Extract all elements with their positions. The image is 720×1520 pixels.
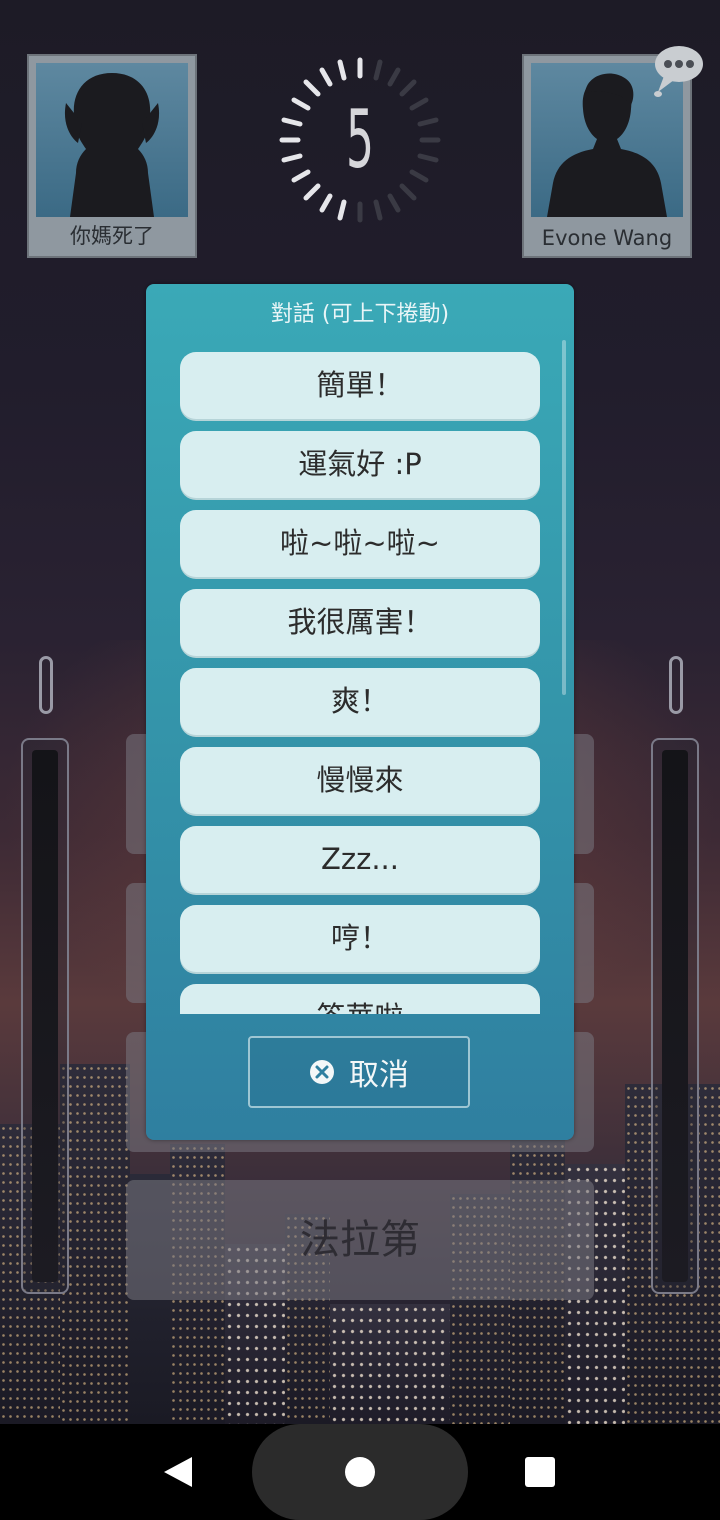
chat-option[interactable]: 啦~啦~啦~ [180, 510, 540, 577]
home-icon[interactable] [344, 1456, 376, 1488]
system-nav-bar [0, 1424, 720, 1520]
power-gauge-right [651, 738, 699, 1294]
player-name-right: Evone Wang [541, 226, 673, 250]
player-card-left: 你媽死了 [27, 54, 197, 258]
chat-option[interactable]: 哼！ [180, 905, 540, 972]
power-gauge-left [21, 738, 69, 1294]
chat-option[interactable]: Zzz... [180, 826, 540, 893]
dialog-scrollbar[interactable] [562, 340, 566, 695]
game-screen: 你媽死了 5 Evone Wang 法拉第 對話 (可上下捲動) 簡單！ 運氣好… [0, 0, 720, 1520]
gauge-track-left [32, 750, 58, 1282]
cancel-label: 取消 [349, 1058, 409, 1093]
chat-option[interactable]: 答華啦 [180, 984, 540, 1014]
player-name-left: 你媽死了 [70, 224, 154, 248]
back-icon[interactable] [160, 1454, 196, 1490]
chat-option[interactable]: 爽！ [180, 668, 540, 735]
gauge-cap-right [669, 656, 683, 714]
timer-value: 5 [346, 93, 374, 186]
chat-option[interactable]: 慢慢來 [180, 747, 540, 814]
countdown-timer: 5 [270, 50, 450, 230]
answer-button-4[interactable]: 法拉第 [126, 1180, 594, 1300]
chat-dialog: 對話 (可上下捲動) 簡單！ 運氣好 :P 啦~啦~啦~ 我很厲害！ 爽！ 慢慢… [146, 284, 574, 1140]
chat-bubble-icon[interactable] [652, 44, 704, 98]
close-circle-icon [310, 1060, 334, 1084]
recents-icon[interactable] [524, 1456, 556, 1488]
player-avatar-left [36, 63, 188, 217]
cancel-button[interactable]: 取消 [248, 1036, 470, 1108]
gauge-track-right [662, 750, 688, 1282]
chat-option[interactable]: 運氣好 :P [180, 431, 540, 498]
dialog-title: 對話 (可上下捲動) [270, 302, 450, 327]
chat-option-list[interactable]: 簡單！ 運氣好 :P 啦~啦~啦~ 我很厲害！ 爽！ 慢慢來 Zzz... 哼！… [180, 352, 540, 1014]
chat-option[interactable]: 簡單！ [180, 352, 540, 419]
chat-option[interactable]: 我很厲害！ [180, 589, 540, 656]
gauge-cap-left [39, 656, 53, 714]
